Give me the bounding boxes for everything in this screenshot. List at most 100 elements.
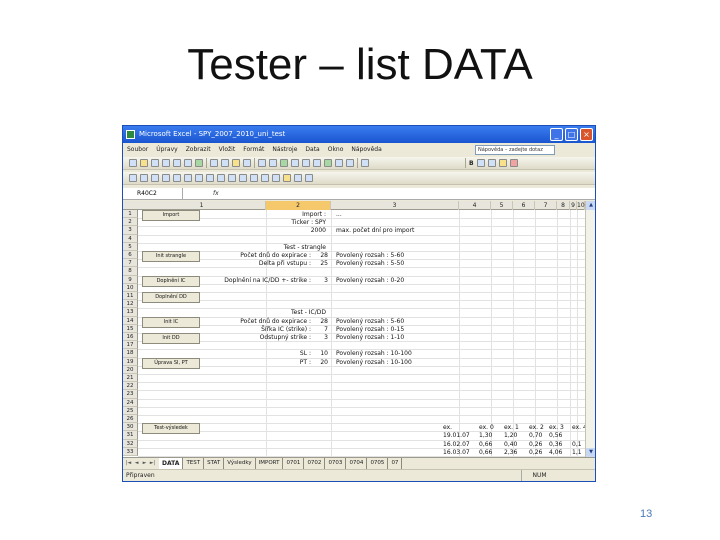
- param-note[interactable]: Povolený rozsah : 10-100: [336, 350, 412, 357]
- properties-icon[interactable]: [239, 174, 247, 182]
- format-painter-icon[interactable]: [243, 159, 251, 167]
- sheet-tab-0704[interactable]: 0704: [346, 458, 368, 469]
- align-icon[interactable]: [476, 159, 485, 167]
- param-note[interactable]: max. počet dní pro import: [336, 227, 414, 234]
- param-value[interactable]: 28: [313, 318, 328, 325]
- sheet-tab-0701[interactable]: 0701: [283, 458, 305, 469]
- menu-item-7[interactable]: Okno: [324, 143, 348, 157]
- sheet-tab-stat[interactable]: STAT: [204, 458, 225, 469]
- row-header-7[interactable]: 7: [123, 259, 138, 268]
- preview-icon[interactable]: [184, 159, 192, 167]
- row-header-33[interactable]: 33: [123, 447, 138, 456]
- result-value[interactable]: 2,36: [504, 449, 517, 456]
- result-header[interactable]: ex. 1: [504, 424, 519, 431]
- param-label[interactable]: Počet dnů do expirace :: [203, 252, 311, 259]
- row-header-1[interactable]: 1: [123, 210, 138, 219]
- title-bar[interactable]: Microsoft Excel - SPY_2007_2010_uni_test…: [123, 126, 595, 143]
- spy-pt-button[interactable]: Úprava SI, PT: [142, 357, 200, 369]
- column-header-1[interactable]: 1: [138, 201, 266, 210]
- doplneni-ic-button[interactable]: Doplnění IC: [142, 275, 200, 287]
- row-header-8[interactable]: 8: [123, 267, 138, 276]
- result-header[interactable]: ex. 0: [479, 424, 494, 431]
- permission-icon[interactable]: [162, 159, 170, 167]
- new-icon[interactable]: [129, 159, 137, 167]
- init-dd-button[interactable]: Init DD: [142, 333, 200, 344]
- chart-wizard-icon[interactable]: [324, 159, 332, 167]
- param-value[interactable]: 25: [313, 260, 328, 267]
- result-value[interactable]: 4,06: [549, 449, 562, 456]
- row-header-12[interactable]: 12: [123, 300, 138, 309]
- code-icon[interactable]: [250, 174, 258, 182]
- result-header[interactable]: ex.: [443, 424, 452, 431]
- autosum-icon[interactable]: [291, 159, 299, 167]
- scroll-down-icon[interactable]: ▼: [586, 448, 595, 457]
- run-dialog-icon[interactable]: [272, 174, 280, 182]
- cut-icon[interactable]: [210, 159, 218, 167]
- name-box[interactable]: R40C2: [135, 188, 183, 199]
- redo-icon[interactable]: [269, 159, 277, 167]
- column-header-10[interactable]: 10: [577, 201, 585, 210]
- checkbox-tool-icon[interactable]: [173, 174, 181, 182]
- row-header-10[interactable]: 10: [123, 283, 138, 292]
- param-label[interactable]: Test - strangle: [203, 244, 326, 251]
- param-value[interactable]: 3: [313, 334, 328, 341]
- param-value[interactable]: 3: [313, 277, 328, 284]
- row-header-11[interactable]: 11: [123, 292, 138, 301]
- param-note[interactable]: Povolený rozsah : 0-15: [336, 326, 404, 333]
- row-header-20[interactable]: 20: [123, 365, 138, 374]
- menu-item-2[interactable]: Zobrazit: [182, 143, 215, 157]
- row-header-14[interactable]: 14: [123, 316, 138, 325]
- column-header-7[interactable]: 7: [535, 201, 557, 210]
- param-value[interactable]: 28: [313, 252, 328, 259]
- sort-desc-icon[interactable]: [313, 159, 321, 167]
- menu-item-1[interactable]: Úpravy: [152, 143, 181, 157]
- column-header-5[interactable]: 5: [491, 201, 513, 210]
- result-value[interactable]: 0,56: [549, 432, 562, 439]
- row-header-16[interactable]: 16: [123, 333, 138, 342]
- param-note[interactable]: Povolený rozsah : 5-50: [336, 260, 404, 267]
- copy-icon[interactable]: [221, 159, 229, 167]
- param-value[interactable]: 7: [313, 326, 328, 333]
- text-box-icon[interactable]: [283, 174, 291, 182]
- next-sheet-icon[interactable]: ►: [141, 458, 148, 469]
- result-value[interactable]: 0,70: [529, 432, 542, 439]
- result-value[interactable]: 1,30: [479, 432, 492, 439]
- sheet-tab-import[interactable]: IMPORT: [256, 458, 284, 469]
- param-label[interactable]: Delta při vstupu :: [203, 260, 311, 267]
- option-button-icon[interactable]: [184, 174, 192, 182]
- doplneni-dd-button[interactable]: Doplnění DD: [142, 292, 200, 303]
- toolbar-options-icon[interactable]: [305, 174, 313, 182]
- column-header-2[interactable]: 2: [266, 201, 331, 210]
- param-label[interactable]: Import :: [203, 211, 326, 218]
- result-value[interactable]: 16.03.07: [443, 449, 470, 456]
- bold-button[interactable]: B: [469, 160, 474, 167]
- first-sheet-icon[interactable]: |◄: [125, 458, 132, 469]
- sheet-tab-0702[interactable]: 0702: [304, 458, 326, 469]
- sheet-tab-0705[interactable]: 0705: [367, 458, 389, 469]
- row-header-31[interactable]: 31: [123, 431, 138, 440]
- row-header-22[interactable]: 22: [123, 382, 138, 391]
- print-icon[interactable]: [173, 159, 181, 167]
- button-tool-icon[interactable]: [162, 174, 170, 182]
- sheet-tab-výsledky[interactable]: Výsledky: [224, 458, 256, 469]
- param-note[interactable]: Povolený rozsah : 0-20: [336, 277, 404, 284]
- open-icon[interactable]: [140, 159, 148, 167]
- maximize-button[interactable]: □: [565, 128, 578, 141]
- save-icon[interactable]: [151, 159, 159, 167]
- import-button[interactable]: Import: [142, 210, 200, 221]
- help-icon[interactable]: [361, 159, 369, 167]
- spreadsheet-grid[interactable]: 1 2 3 4 5 6 7 8 9 10 1 2 3 4 5 6 7 8 9 10 11 12 13 14 15 16 17 18 1…: [123, 201, 585, 457]
- param-label[interactable]: PT :: [203, 359, 311, 366]
- font-color-icon[interactable]: [509, 159, 518, 167]
- menu-item-0[interactable]: Soubor: [123, 143, 152, 157]
- help-search-input[interactable]: Nápověda – zadejte dotaz: [475, 145, 555, 155]
- row-header-32[interactable]: 32: [123, 439, 138, 448]
- result-value[interactable]: 16.02.07: [443, 441, 470, 448]
- param-note[interactable]: Povolený rozsah : 5-60: [336, 252, 404, 259]
- param-note[interactable]: Povolený rozsah : 1-10: [336, 334, 404, 341]
- image-tool-icon[interactable]: [294, 174, 302, 182]
- param-value[interactable]: 20: [313, 359, 328, 366]
- row-header-30[interactable]: 30: [123, 423, 138, 432]
- param-label[interactable]: Doplnění na IC/DD +- strike :: [203, 277, 311, 284]
- column-header-9[interactable]: 9: [570, 201, 577, 210]
